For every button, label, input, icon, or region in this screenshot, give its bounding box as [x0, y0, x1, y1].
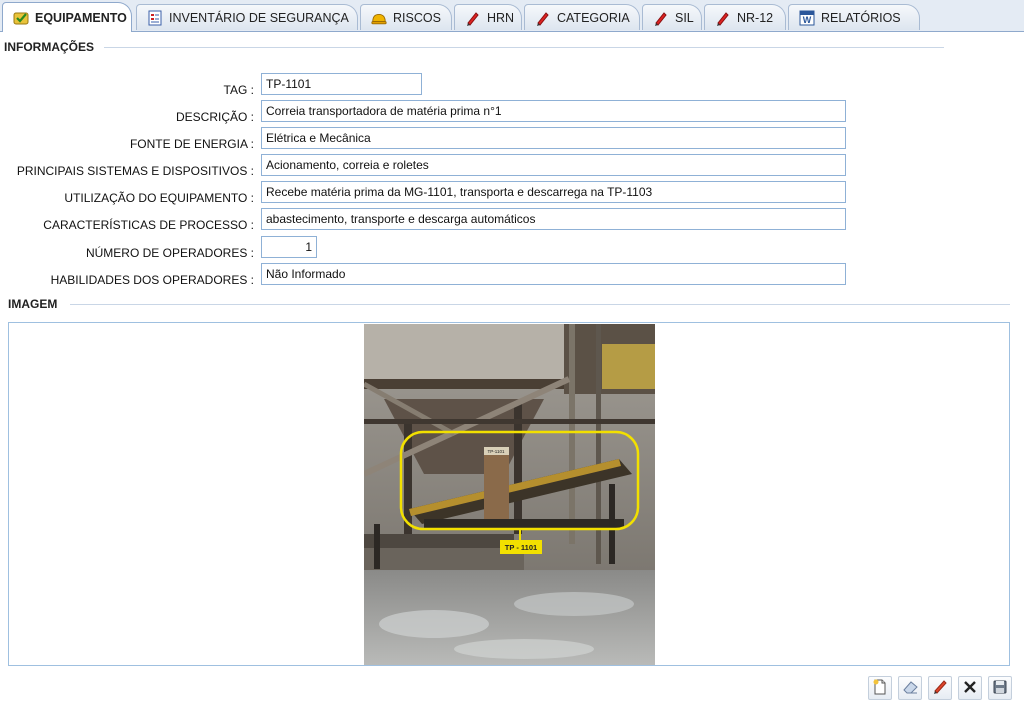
- label-utilizacao-do-equipamento: UTILIZAÇÃO DO EQUIPAMENTO :: [64, 191, 254, 205]
- descricao-field[interactable]: Correia transportadora de matéria prima …: [261, 100, 846, 122]
- pen-icon: [535, 10, 551, 26]
- hard-hat-icon: [371, 10, 387, 26]
- edit-button[interactable]: [928, 676, 952, 700]
- section-divider: [70, 304, 1010, 305]
- save-button[interactable]: [988, 676, 1012, 700]
- section-title-informacoes: INFORMAÇÕES: [4, 40, 94, 54]
- label-caracteristicas-de-processo: CARACTERÍSTICAS DE PROCESSO :: [43, 218, 254, 232]
- tab-label: SIL: [675, 10, 694, 25]
- section-title-imagem: IMAGEM: [8, 297, 58, 311]
- tab-equipamento[interactable]: EQUIPAMENTO: [2, 2, 132, 32]
- new-button[interactable]: [868, 676, 892, 700]
- tab-label: HRN: [487, 10, 515, 25]
- photo-sign-label: TP-1101: [488, 449, 505, 454]
- equipment-panel: INFORMAÇÕES TAG : TP-1101 DESCRIÇÃO : Co…: [0, 32, 1024, 706]
- tab-hrn[interactable]: HRN: [454, 4, 522, 30]
- section-divider: [104, 47, 944, 48]
- new-document-icon: [872, 679, 888, 698]
- tab-sil[interactable]: SIL: [642, 4, 702, 30]
- label-habilidades-dos-operadores: HABILIDADES DOS OPERADORES :: [50, 273, 254, 287]
- tab-label: RELATÓRIOS: [821, 10, 901, 25]
- word-document-icon: W: [799, 10, 815, 26]
- tab-label: INVENTÁRIO DE SEGURANÇA: [169, 10, 349, 25]
- tab-label: NR-12: [737, 10, 774, 25]
- utilizacao-do-equipamento-field[interactable]: Recebe matéria prima da MG-1101, transpo…: [261, 181, 846, 203]
- photo-callout-label: TP - 1101: [505, 543, 537, 552]
- label-principais-sistemas: PRINCIPAIS SISTEMAS E DISPOSITIVOS :: [16, 164, 254, 178]
- habilidades-dos-operadores-field[interactable]: Não Informado: [261, 263, 846, 285]
- tab-categoria[interactable]: CATEGORIA: [524, 4, 640, 30]
- tab-inventario-de-seguranca[interactable]: INVENTÁRIO DE SEGURANÇA: [136, 4, 358, 30]
- label-descricao: DESCRIÇÃO :: [175, 110, 254, 124]
- tab-bar: EQUIPAMENTO INVENTÁRIO DE SEGURANÇA RISC…: [0, 0, 1024, 32]
- delete-button[interactable]: [958, 676, 982, 700]
- edit-pencil-icon: [932, 679, 948, 698]
- record-toolbar: [868, 676, 1012, 700]
- equipment-photo[interactable]: TP - 1101 TP-1101: [364, 324, 655, 665]
- principais-sistemas-field[interactable]: Acionamento, correia e roletes: [261, 154, 846, 176]
- label-fonte-de-energia: FONTE DE ENERGIA :: [129, 137, 254, 151]
- fonte-de-energia-field[interactable]: Elétrica e Mecânica: [261, 127, 846, 149]
- caracteristicas-de-processo-field[interactable]: abastecimento, transporte e descarga aut…: [261, 208, 846, 230]
- clear-button[interactable]: [898, 676, 922, 700]
- save-disk-icon: [992, 679, 1008, 698]
- tab-relatorios[interactable]: W RELATÓRIOS: [788, 4, 920, 30]
- tab-nr-12[interactable]: NR-12: [704, 4, 786, 30]
- numero-de-operadores-field[interactable]: 1: [261, 236, 317, 258]
- delete-x-icon: [962, 679, 978, 698]
- equipment-check-icon: [13, 10, 29, 26]
- eraser-icon: [902, 679, 918, 698]
- svg-text:W: W: [803, 15, 812, 25]
- tag-field[interactable]: TP-1101: [261, 73, 422, 95]
- pen-icon: [653, 10, 669, 26]
- pen-icon: [715, 10, 731, 26]
- tab-riscos[interactable]: RISCOS: [360, 4, 452, 30]
- tab-label: RISCOS: [393, 10, 441, 25]
- label-numero-de-operadores: NÚMERO DE OPERADORES :: [85, 246, 254, 260]
- inventory-list-icon: [147, 10, 163, 26]
- tab-label: EQUIPAMENTO: [35, 10, 127, 25]
- pen-icon: [465, 10, 481, 26]
- label-tag: TAG :: [223, 83, 254, 97]
- tab-label: CATEGORIA: [557, 10, 630, 25]
